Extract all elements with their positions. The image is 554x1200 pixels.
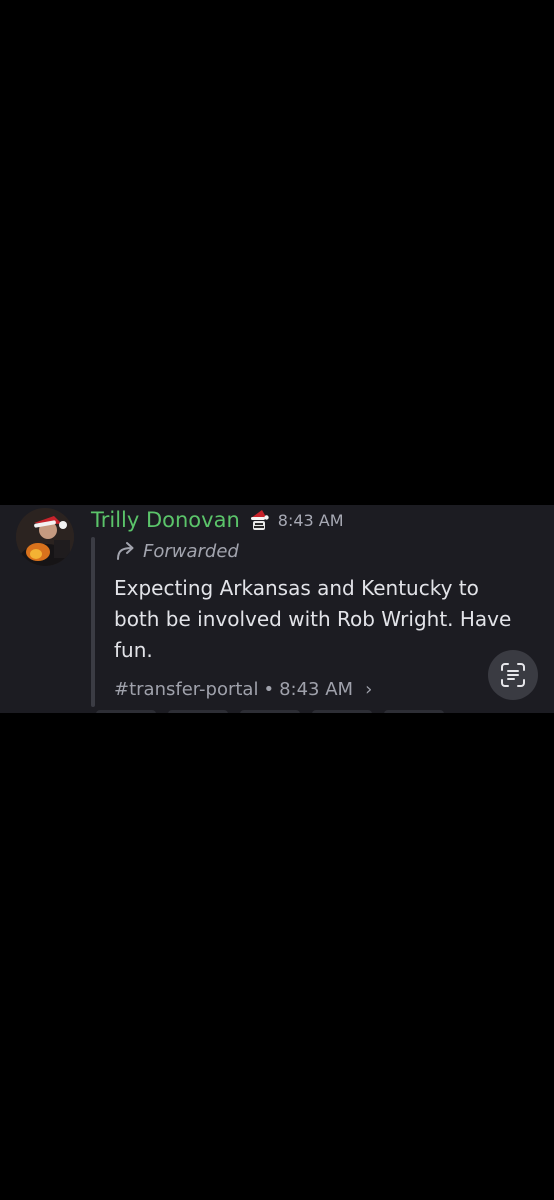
forward-source[interactable]: #transfer-portal • 8:43 AM › — [114, 676, 372, 702]
text-scan-icon — [501, 663, 525, 687]
source-channel-link[interactable]: #transfer-portal — [114, 679, 258, 700]
forward-quote-bar — [91, 537, 95, 707]
reaction-chip[interactable] — [168, 710, 228, 713]
reaction-row-peek — [96, 710, 456, 713]
source-separator: • — [263, 678, 275, 700]
reaction-chip[interactable] — [312, 710, 372, 713]
source-timestamp: 8:43 AM — [279, 678, 354, 700]
message-header: Trilly Donovan 8:43 AM — [91, 505, 344, 535]
reaction-chip[interactable] — [384, 710, 444, 713]
santa-hat-badge-icon[interactable] — [248, 508, 270, 532]
avatar-image — [16, 508, 74, 566]
username[interactable]: Trilly Donovan — [91, 508, 240, 532]
forwarded-label-row: Forwarded — [115, 538, 239, 564]
forwarded-message[interactable]: Trilly Donovan 8:43 AM Forwarded Expecti… — [0, 505, 554, 713]
reaction-chip[interactable] — [96, 710, 156, 713]
chevron-right-icon[interactable]: › — [365, 679, 372, 700]
message-timestamp: 8:43 AM — [277, 510, 344, 530]
reaction-chip[interactable] — [240, 710, 300, 713]
avatar[interactable] — [16, 508, 74, 566]
forwarded-label: Forwarded — [143, 540, 239, 562]
forward-arrow-icon — [117, 542, 134, 560]
message-body: Expecting Arkansas and Kentucky to both … — [114, 576, 512, 662]
text-scan-button[interactable] — [488, 650, 538, 700]
